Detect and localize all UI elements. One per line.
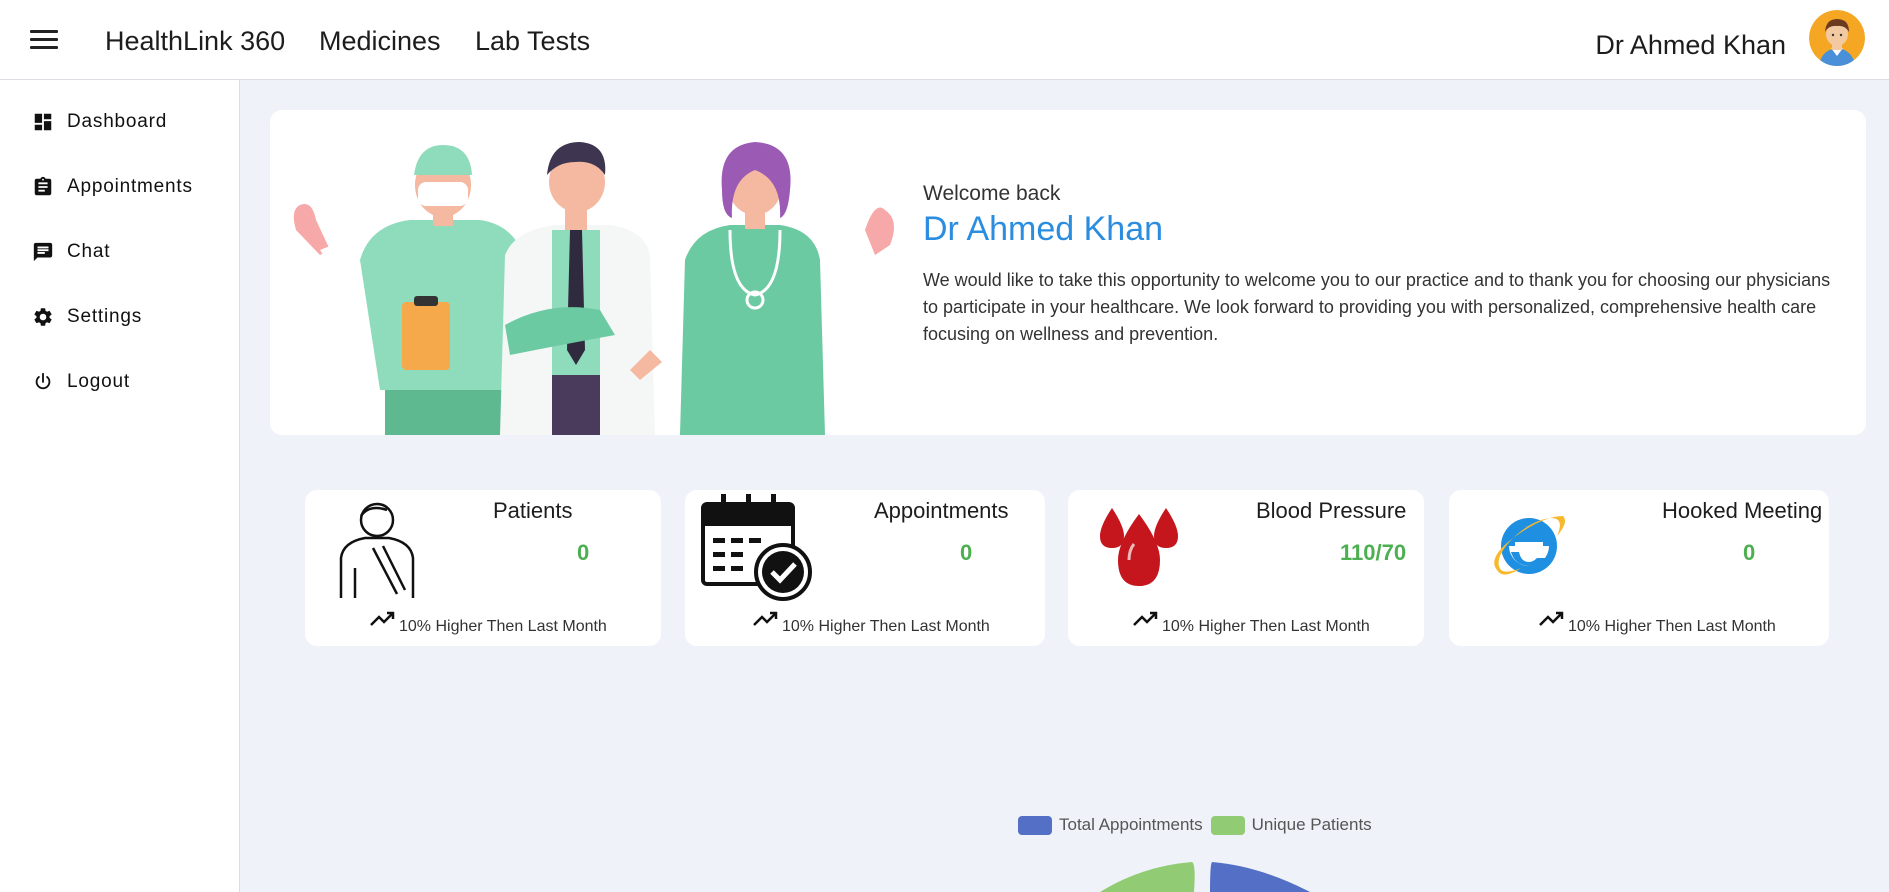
- stat-footer: 10% Higher Then Last Month: [1568, 618, 1776, 635]
- chat-icon: [33, 242, 53, 262]
- sidebar: Dashboard Appointments Chat Settings Log…: [0, 80, 240, 892]
- user-name: Dr Ahmed Khan: [1595, 30, 1786, 60]
- stat-value: 0: [960, 540, 973, 565]
- blood-drops-icon: [1100, 508, 1178, 586]
- avatar[interactable]: [1809, 10, 1865, 66]
- stat-footer: 10% Higher Then Last Month: [399, 618, 607, 635]
- gear-icon: [34, 308, 52, 326]
- sidebar-item-chat[interactable]: Chat: [32, 241, 110, 263]
- sidebar-item-label: Appointments: [67, 176, 193, 197]
- power-icon: [35, 372, 51, 390]
- menu-icon[interactable]: [30, 30, 58, 52]
- welcome-text: Welcome back Dr Ahmed Khan We would like…: [923, 182, 1843, 348]
- dashboard-icon: [34, 113, 52, 131]
- sidebar-item-logout[interactable]: Logout: [32, 371, 130, 393]
- welcome-name: Dr Ahmed Khan: [923, 210, 1164, 248]
- legend-label[interactable]: Unique Patients: [1252, 815, 1372, 835]
- sidebar-item-label: Chat: [67, 241, 111, 262]
- doctors-illustration: [293, 142, 894, 435]
- legend-swatch-unique-patients[interactable]: [1210, 815, 1245, 835]
- patient-icon: [339, 502, 415, 598]
- stat-card-hooked-meeting[interactable]: Hooked Meeting 0 10% Higher Then Last Mo…: [1449, 490, 1829, 646]
- pie-slice-unique-patients[interactable]: [1100, 862, 1195, 892]
- stat-card-blood-pressure[interactable]: Blood Pressure 110/70 10% Higher Then La…: [1068, 490, 1424, 646]
- calendar-check-icon: [701, 494, 812, 601]
- app-brand[interactable]: HealthLink 360: [105, 26, 285, 57]
- top-bar: HealthLink 360 Medicines Lab Tests Dr Ah…: [0, 0, 1889, 80]
- sidebar-item-label: Dashboard: [67, 111, 168, 132]
- stat-card-appointments[interactable]: Appointments 0 10% Higher Then Last Mont…: [685, 490, 1045, 646]
- nav-link-medicines[interactable]: Medicines: [319, 26, 441, 57]
- sidebar-item-settings[interactable]: Settings: [32, 306, 142, 328]
- stat-footer: 10% Higher Then Last Month: [782, 618, 990, 635]
- sidebar-item-label: Settings: [67, 306, 143, 327]
- welcome-message: We would like to take this opportunity t…: [923, 270, 1831, 344]
- stat-title: Blood Pressure: [1256, 498, 1407, 523]
- stat-card-patients[interactable]: Patients 0 10% Higher Then Last Month: [305, 490, 661, 646]
- nav-link-lab-tests[interactable]: Lab Tests: [475, 26, 590, 57]
- trending-up-icon: [1133, 611, 1158, 626]
- stat-footer: 10% Higher Then Last Month: [1162, 618, 1370, 635]
- pie-slice-total-appointments[interactable]: [1210, 862, 1310, 892]
- trending-up-icon: [1539, 611, 1564, 626]
- legend-label[interactable]: Total Appointments: [1059, 815, 1203, 835]
- trending-up-icon: [370, 611, 395, 626]
- stat-value: 0: [577, 540, 590, 565]
- welcome-card: Welcome back Dr Ahmed Khan We would like…: [270, 110, 1866, 435]
- stat-value: 110/70: [1340, 540, 1407, 565]
- sidebar-item-appointments[interactable]: Appointments: [32, 176, 193, 198]
- browser-e-icon: [1494, 516, 1565, 575]
- stat-title: Appointments: [874, 498, 1009, 523]
- chart-legend: Total Appointments Unique Patients: [1018, 815, 1380, 835]
- stat-title: Patients: [493, 498, 573, 523]
- trending-up-icon: [753, 611, 778, 626]
- sidebar-item-label: Logout: [67, 371, 130, 392]
- welcome-subtitle: Welcome back: [923, 182, 1061, 205]
- stat-value: 0: [1743, 540, 1756, 565]
- legend-swatch-total-appointments[interactable]: [1018, 815, 1052, 835]
- pie-chart: [1100, 862, 1310, 892]
- sidebar-item-dashboard[interactable]: Dashboard: [32, 111, 167, 133]
- stat-title: Hooked Meeting: [1662, 498, 1823, 523]
- clipboard-icon: [34, 176, 52, 196]
